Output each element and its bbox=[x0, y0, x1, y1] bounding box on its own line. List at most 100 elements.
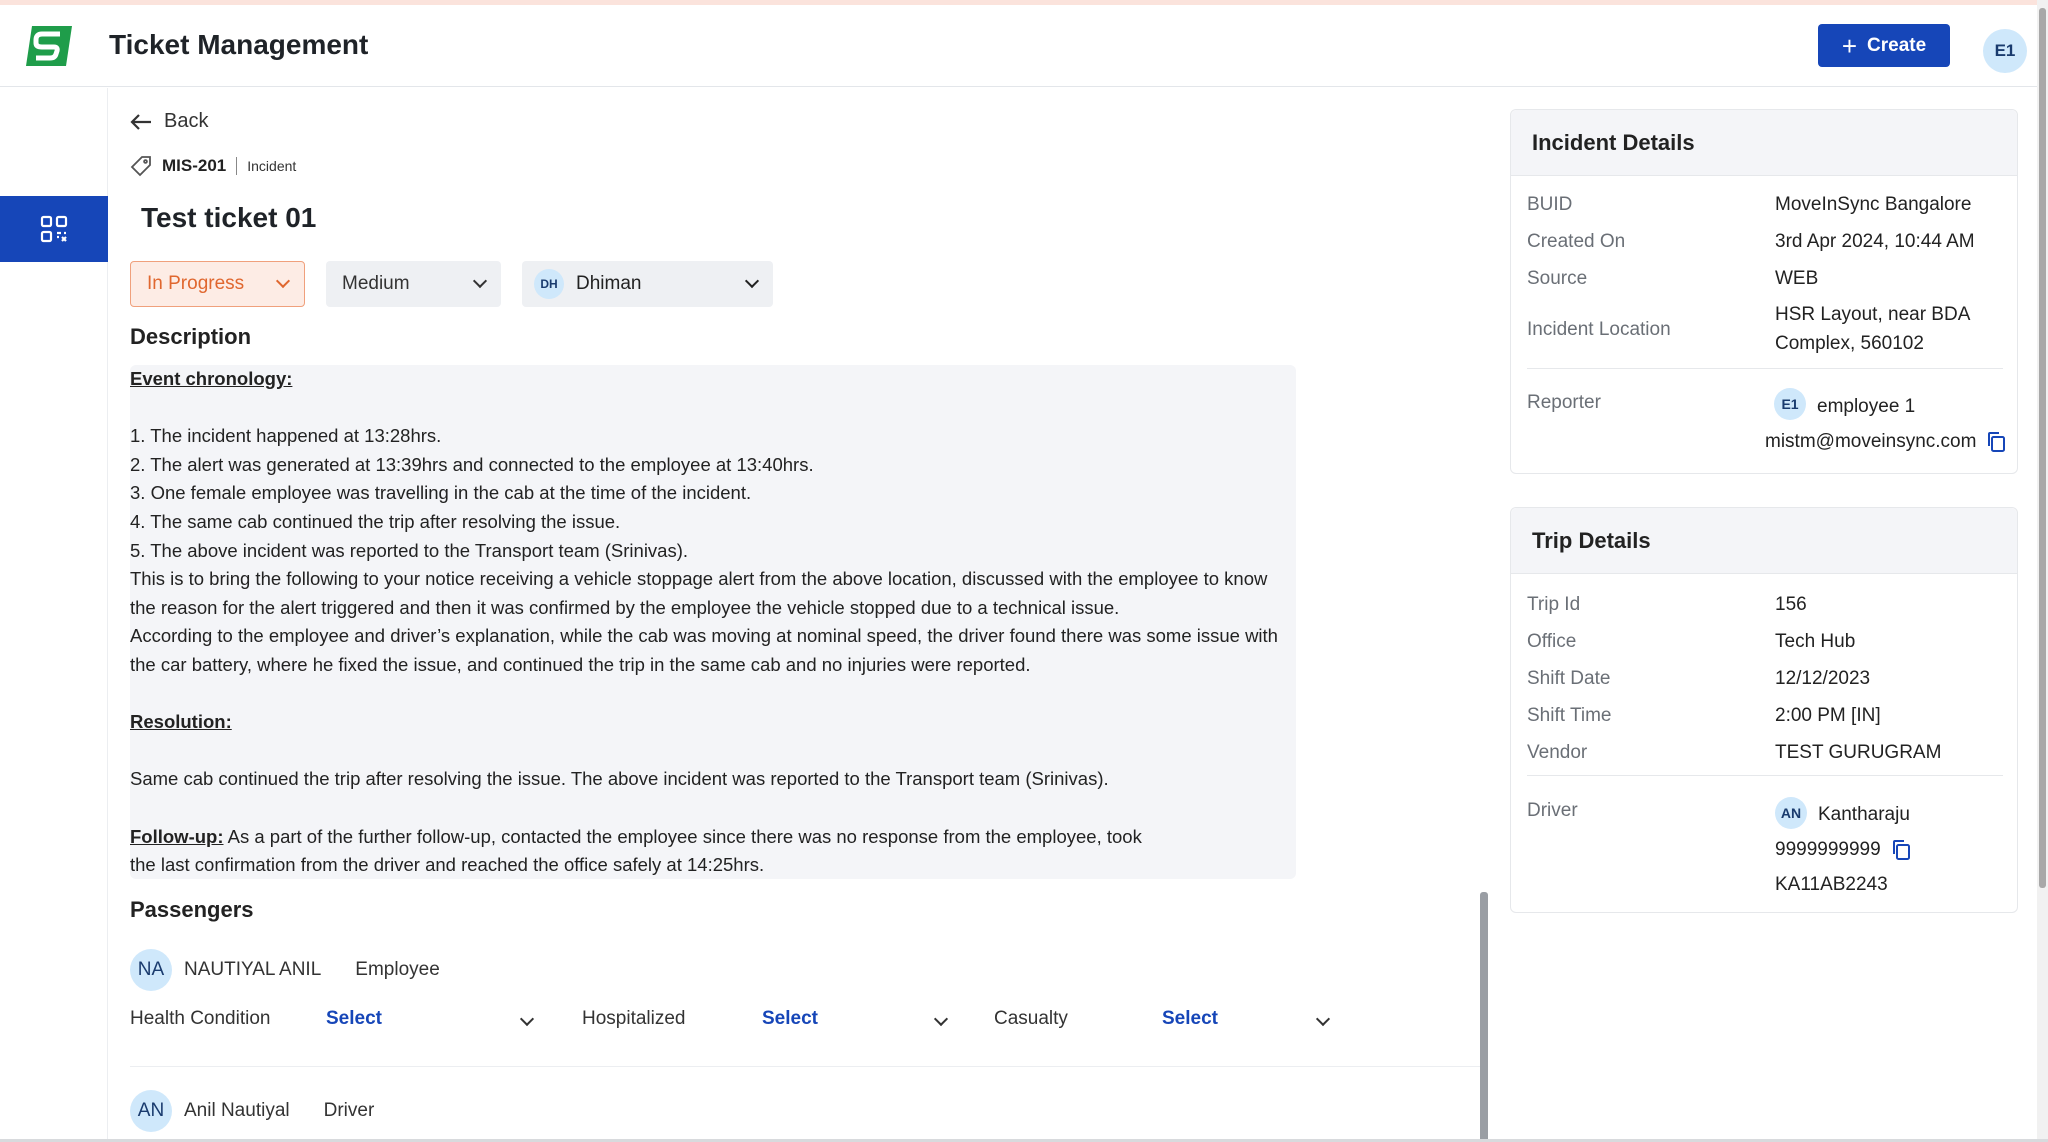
status-value: In Progress bbox=[147, 273, 245, 294]
back-link[interactable]: Back bbox=[130, 110, 208, 133]
hospitalized-select[interactable]: Select bbox=[762, 1008, 818, 1030]
divider bbox=[1527, 775, 2003, 776]
resolution-heading: Resolution: bbox=[130, 711, 232, 733]
status-dropdown[interactable]: In Progress bbox=[130, 261, 305, 307]
chronology-item: 3. One female employee was travelling in… bbox=[130, 482, 752, 504]
shift-time-value: 2:00 PM [IN] bbox=[1775, 705, 1881, 726]
create-label: Create bbox=[1867, 34, 1927, 56]
buid-value: MoveInSync Bangalore bbox=[1775, 194, 1972, 215]
app-title: Ticket Management bbox=[109, 29, 369, 60]
location-line: Complex, 560102 bbox=[1775, 333, 1924, 354]
driver-name: Kantharaju bbox=[1818, 804, 1910, 825]
vendor-label: Vendor bbox=[1527, 742, 1588, 763]
driver-phone-text: 9999999999 bbox=[1775, 839, 1881, 860]
office-value: Tech Hub bbox=[1775, 631, 1856, 652]
paragraph-line: According to the employee and driver’s e… bbox=[130, 625, 1278, 647]
created-value: 3rd Apr 2024, 10:44 AM bbox=[1775, 231, 1975, 252]
paragraph-line: the reason for the alert triggered and t… bbox=[130, 596, 1120, 618]
source-label: Source bbox=[1527, 268, 1588, 289]
chronology-item: 1. The incident happened at 13:28hrs. bbox=[130, 425, 442, 447]
ticket-id: MIS-201 bbox=[162, 156, 227, 175]
reporter-label: Reporter bbox=[1527, 392, 1601, 413]
copy-icon[interactable] bbox=[1986, 431, 2006, 453]
trip-details-heading: Trip Details bbox=[1511, 508, 2017, 574]
followup-line: Follow-up: As a part of the further foll… bbox=[130, 823, 1296, 852]
followup-line: the last confirmation from the driver an… bbox=[130, 854, 765, 876]
assignee-avatar: DH bbox=[534, 269, 564, 299]
vendor-value: TEST GURUGRAM bbox=[1775, 742, 1942, 763]
location-line: HSR Layout, near BDA bbox=[1775, 304, 1971, 325]
create-button[interactable]: + Create bbox=[1818, 24, 1950, 67]
passenger-row: AN Anil Nautiyal Driver bbox=[130, 1090, 374, 1132]
paragraph-line: This is to bring the following to your n… bbox=[130, 568, 1268, 590]
reporter-email-text: mistm@moveinsync.com bbox=[1765, 431, 1977, 452]
reporter-avatar: E1 bbox=[1774, 388, 1806, 420]
created-label: Created On bbox=[1527, 231, 1626, 252]
passenger-avatar: AN bbox=[130, 1090, 172, 1132]
reporter-email[interactable]: mistm@moveinsync.com bbox=[1765, 427, 2006, 456]
shift-date-label: Shift Date bbox=[1527, 668, 1611, 689]
driver-avatar: AN bbox=[1775, 797, 1807, 829]
vehicle-number: KA11AB2243 bbox=[1775, 874, 1888, 895]
buid-label: BUID bbox=[1527, 194, 1573, 215]
chevron-down-icon[interactable] bbox=[1315, 1011, 1331, 1027]
source-value: WEB bbox=[1775, 268, 1819, 289]
tag-icon bbox=[130, 156, 151, 177]
plus-icon: + bbox=[1841, 30, 1858, 61]
reporter-name: employee 1 bbox=[1817, 396, 1916, 417]
assignee-dropdown[interactable]: DH Dhiman bbox=[522, 261, 773, 307]
chevron-down-icon[interactable] bbox=[933, 1011, 949, 1027]
assignee-value: Dhiman bbox=[576, 273, 642, 294]
passenger-name: Anil Nautiyal bbox=[184, 1100, 290, 1121]
trip-id-label: Trip Id bbox=[1527, 594, 1581, 615]
casualty-select[interactable]: Select bbox=[1162, 1008, 1218, 1030]
trip-details-card: Trip Details Trip Id 156 Office Tech Hub… bbox=[1510, 507, 2018, 913]
shift-date-value: 12/12/2023 bbox=[1775, 668, 1871, 689]
incident-details-card: Incident Details BUID MoveInSync Bangalo… bbox=[1510, 109, 2018, 474]
app-header: Ticket Management + Create E1 bbox=[0, 5, 2048, 87]
priority-value: Medium bbox=[342, 273, 410, 294]
sidebar-item-dashboard[interactable] bbox=[0, 196, 108, 262]
passenger-role: Driver bbox=[323, 1100, 375, 1121]
description-heading: Description bbox=[130, 324, 252, 349]
casualty-label: Casualty bbox=[994, 1008, 1068, 1029]
divider bbox=[1527, 368, 2003, 369]
passengers-heading: Passengers bbox=[130, 897, 254, 922]
grid-icon bbox=[40, 215, 68, 243]
chronology-item: 5. The above incident was reported to th… bbox=[130, 539, 689, 561]
page-title: Test ticket 01 bbox=[141, 202, 317, 233]
chevron-down-icon bbox=[472, 273, 488, 289]
content-scrollbar[interactable] bbox=[1480, 892, 1488, 1142]
health-select[interactable]: Select bbox=[326, 1008, 382, 1030]
passenger-conditions: Health Condition Select Hospitalized Sel… bbox=[130, 1008, 1350, 1038]
passenger-avatar: NA bbox=[130, 949, 172, 991]
back-label: Back bbox=[164, 110, 209, 132]
back-arrow-icon bbox=[130, 113, 151, 130]
incident-details-heading: Incident Details bbox=[1511, 110, 2017, 176]
sidebar bbox=[0, 88, 108, 1142]
ticket-type: Incident bbox=[247, 158, 297, 174]
passenger-role: Employee bbox=[355, 959, 440, 980]
passenger-name: NAUTIYAL ANIL bbox=[184, 959, 322, 980]
user-avatar[interactable]: E1 bbox=[1983, 29, 2027, 73]
divider bbox=[236, 157, 238, 175]
chronology-heading: Event chronology: bbox=[130, 368, 293, 389]
trip-id-value: 156 bbox=[1775, 594, 1807, 615]
chevron-down-icon[interactable] bbox=[519, 1011, 535, 1027]
followup-heading: Follow-up: bbox=[130, 825, 224, 847]
app-logo[interactable] bbox=[22, 23, 76, 69]
priority-dropdown[interactable]: Medium bbox=[326, 261, 501, 307]
followup-text: As a part of the further follow-up, cont… bbox=[223, 825, 1142, 847]
chevron-down-icon bbox=[744, 273, 760, 289]
paragraph-line: the car battery, where he fixed the issu… bbox=[130, 653, 1031, 675]
scrollbar-thumb[interactable] bbox=[2039, 8, 2046, 888]
driver-label: Driver bbox=[1527, 800, 1578, 821]
chevron-down-icon bbox=[275, 273, 291, 289]
copy-icon[interactable] bbox=[1891, 839, 1911, 861]
driver-phone[interactable]: 9999999999 bbox=[1775, 835, 1911, 864]
description-text: Event chronology: 1. The incident happen… bbox=[130, 365, 1296, 880]
location-label: Incident Location bbox=[1527, 319, 1671, 340]
page-scrollbar[interactable] bbox=[2037, 0, 2048, 1142]
passenger-row: NA NAUTIYAL ANIL Employee bbox=[130, 949, 440, 991]
resolution-text: Same cab continued the trip after resolv… bbox=[130, 768, 1109, 790]
